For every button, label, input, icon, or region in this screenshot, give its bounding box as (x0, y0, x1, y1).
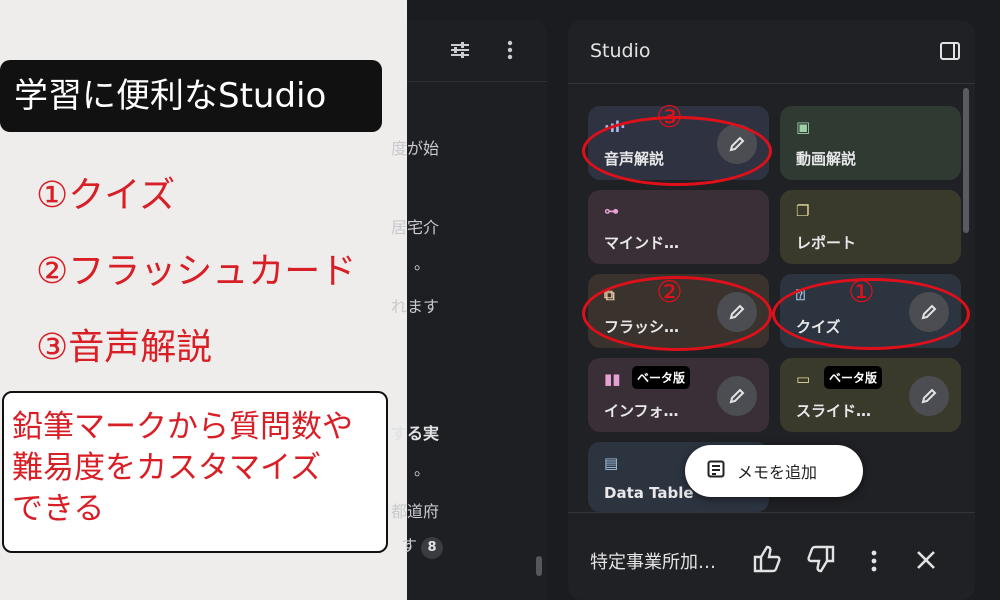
studio-card-4[interactable]: ❐ レポート (780, 190, 961, 264)
studio-card-3[interactable]: ⊶ マインド… (588, 190, 769, 264)
infographic-icon: ▮▮ (604, 370, 621, 388)
chat-text-fragment: 度が始 (391, 139, 440, 158)
note-line: 鉛筆マークから質問数や (12, 409, 353, 445)
edit-pencil-icon[interactable] (909, 376, 949, 416)
studio-card-label: マインド… (604, 234, 680, 252)
circle-number-1: ① (848, 275, 875, 310)
studio-card-label: 動画解説 (796, 150, 857, 168)
studio-card-label: Data Table (604, 484, 694, 502)
tune-settings-icon[interactable] (449, 40, 471, 65)
circle-number-2: ② (656, 275, 683, 310)
mindmap-icon: ⊶ (604, 202, 619, 220)
studio-title: Studio (590, 40, 651, 62)
chat-text-fragment: す (401, 536, 418, 555)
annotation-note: 鉛筆マークから質問数や 難易度をカスタマイズ できる (2, 391, 388, 553)
chat-topbar (407, 20, 547, 82)
feature-flashcard-text: ②フラッシュカード (36, 251, 357, 292)
chat-text-fragment: 都道府 (391, 502, 440, 521)
beta-badge: ベータ版 (632, 366, 691, 389)
more-vert-icon[interactable] (507, 40, 513, 65)
chat-text-fragment: 居宅介 (391, 218, 440, 237)
table-icon: ▤ (604, 454, 619, 472)
studio-card-8[interactable]: ▭ ベータ版スライド… (780, 358, 961, 432)
divider (568, 512, 975, 513)
studio-card-label: スライド… (796, 402, 872, 420)
report-icon: ❐ (796, 202, 810, 220)
studio-card-label: インフォ… (604, 402, 679, 420)
divider (568, 83, 975, 84)
slides-icon: ▭ (796, 370, 811, 388)
thumbs-up-icon[interactable] (752, 545, 782, 577)
close-icon[interactable] (916, 550, 936, 574)
chat-text-fragment: する実 (391, 424, 440, 443)
beta-badge: ベータ版 (824, 366, 883, 389)
video-play-icon: ▣ (796, 118, 811, 136)
note-line: 難易度をカスタマイズ (12, 450, 322, 486)
edit-pencil-icon[interactable] (717, 376, 757, 416)
chat-text-fragment: す8 (401, 532, 447, 559)
note-icon (707, 460, 725, 482)
more-vert-icon[interactable] (871, 550, 877, 576)
note-line: できる (12, 491, 105, 527)
add-note-label: メモを追加 (737, 463, 818, 482)
annotation-title: 学習に便利なStudio (0, 60, 382, 132)
studio-scrollbar[interactable] (963, 88, 969, 233)
thumbs-down-icon[interactable] (806, 545, 836, 577)
chat-text-fragment: 。 (414, 460, 431, 479)
chat-scrollbar[interactable] (536, 556, 542, 576)
studio-card-label: レポート (796, 234, 857, 252)
annotation-panel: 学習に便利なStudio ①クイズ ②フラッシュカード ③音声解説 鉛筆マークか… (0, 0, 407, 600)
collapse-panel-icon[interactable] (940, 42, 960, 60)
studio-card-7[interactable]: ▮▮ ベータ版インフォ… (588, 358, 769, 432)
note-title: 特定事業所加… (590, 552, 716, 573)
add-note-button[interactable]: メモを追加 (685, 445, 863, 497)
chat-text-fragment: れます (391, 297, 440, 316)
citation-badge[interactable]: 8 (421, 537, 444, 559)
feature-quiz-text: ①クイズ (36, 175, 176, 216)
chat-text-fragment: 。 (414, 254, 431, 273)
feature-audio-text: ③音声解説 (36, 327, 213, 368)
circle-number-3: ③ (656, 100, 683, 135)
studio-card-2[interactable]: ▣ 動画解説 (780, 106, 961, 180)
